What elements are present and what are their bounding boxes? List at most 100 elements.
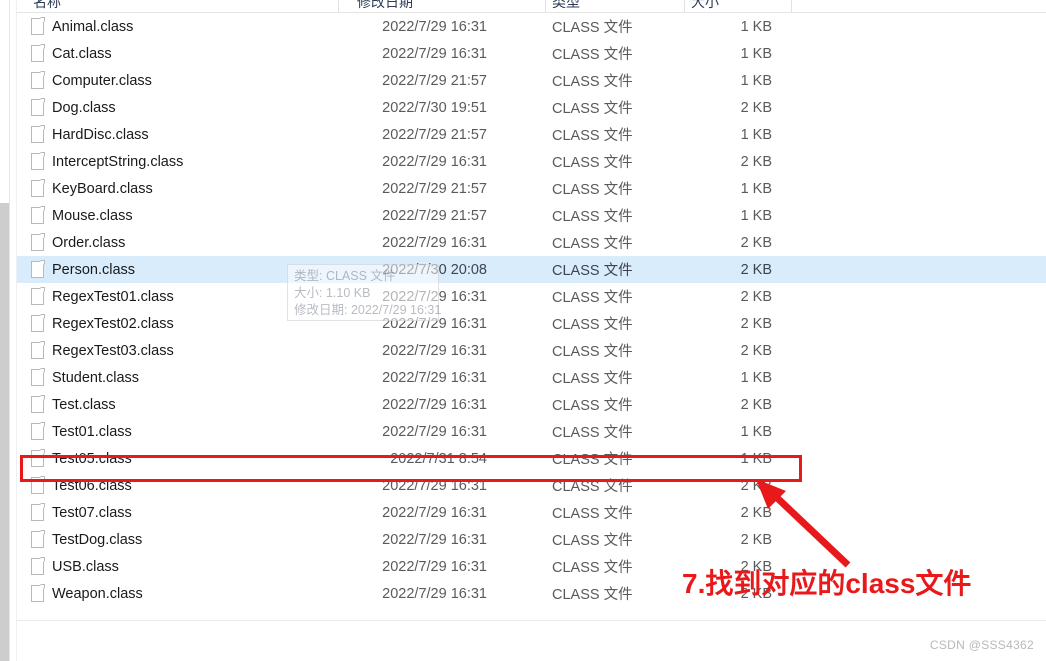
file-name-cell[interactable]: RegexTest03.class (31, 341, 174, 359)
column-divider-3[interactable] (684, 0, 685, 12)
table-row[interactable]: RegexTest02.class 2022/7/29 16:31 CLASS 文件… (17, 310, 1046, 337)
column-divider-1[interactable] (338, 0, 339, 12)
file-size-cell: 1 KB (740, 423, 772, 440)
table-row[interactable]: Mouse.class 2022/7/29 21:57 CLASS 文件 1 KB (17, 202, 1046, 229)
file-name-cell[interactable]: RegexTest01.class (31, 287, 174, 305)
file-name-label: RegexTest03.class (52, 342, 174, 359)
file-name-label: Computer.class (52, 72, 152, 89)
annotation-label: 7.找到对应的class文件 (682, 568, 972, 599)
file-type-cell: CLASS 文件 (552, 425, 633, 441)
file-name-label: Cat.class (52, 45, 112, 62)
file-date-cell: 2022/7/29 21:57 (382, 126, 487, 143)
file-date-cell: 2022/7/29 21:57 (382, 180, 487, 197)
file-list[interactable]: Animal.class 2022/7/29 16:31 CLASS 文件 1 KB C… (17, 13, 1046, 620)
file-type-cell: CLASS 文件 (552, 533, 633, 549)
file-name-label: RegexTest02.class (52, 315, 174, 332)
file-size-cell: 1 KB (740, 369, 772, 386)
table-row[interactable]: Computer.class 2022/7/29 21:57 CLASS 文件 1 K… (17, 67, 1046, 94)
file-date-cell: 2022/7/29 16:31 (382, 342, 487, 359)
file-name-cell[interactable]: TestDog.class (31, 530, 143, 548)
file-date-cell: 2022/7/29 16:31 (382, 423, 487, 440)
file-type-cell: CLASS 文件 (552, 479, 633, 495)
file-name-cell[interactable]: InterceptString.class (31, 152, 184, 170)
file-name-label: Test06.class (52, 477, 132, 494)
table-row[interactable]: Order.class 2022/7/29 16:31 CLASS 文件 2 KB (17, 229, 1046, 256)
file-date-cell: 2022/7/29 16:31 (382, 18, 487, 35)
table-row[interactable]: Test01.class 2022/7/29 16:31 CLASS 文件 1 KB (17, 418, 1046, 445)
file-name-cell[interactable]: Animal.class (31, 17, 133, 35)
file-date-cell: 2022/7/29 16:31 (382, 477, 487, 494)
table-row[interactable]: TestDog.class 2022/7/29 16:31 CLASS 文件 2 KB (17, 526, 1046, 553)
table-row[interactable]: Test05.class 2022/7/31 8:54 CLASS 文件 1 KB (17, 445, 1046, 472)
file-name-cell[interactable]: Student.class (31, 368, 139, 386)
file-date-cell: 2022/7/30 20:08 (382, 261, 487, 278)
nav-pane-scrollbar-thumb[interactable] (0, 203, 9, 661)
file-type-cell: CLASS 文件 (552, 263, 633, 279)
file-name-cell[interactable]: RegexTest02.class (31, 314, 174, 332)
file-name-cell[interactable]: Computer.class (31, 71, 152, 89)
file-type-cell: CLASS 文件 (552, 560, 633, 576)
file-icon (31, 287, 45, 305)
table-row[interactable]: Student.class 2022/7/29 16:31 CLASS 文件 1 KB (17, 364, 1046, 391)
file-icon (31, 125, 45, 143)
file-name-label: Order.class (52, 234, 126, 251)
table-row[interactable]: RegexTest01.class 2022/7/29 16:31 CLASS 文件… (17, 283, 1046, 310)
table-row[interactable]: KeyBoard.class 2022/7/29 21:57 CLASS 文件 1 K… (17, 175, 1046, 202)
column-header-name[interactable]: 名称 (33, 0, 61, 12)
file-name-cell[interactable]: Test06.class (31, 476, 132, 494)
file-icon (31, 557, 45, 575)
file-name-cell[interactable]: Person.class (31, 260, 136, 278)
file-type-cell: CLASS 文件 (552, 101, 633, 117)
file-icon (31, 179, 45, 197)
file-name-cell[interactable]: Test05.class (31, 449, 132, 467)
table-row[interactable]: Person.class 2022/7/30 20:08 CLASS 文件 2 KB (17, 256, 1046, 283)
file-type-cell: CLASS 文件 (552, 74, 633, 90)
file-name-cell[interactable]: KeyBoard.class (31, 179, 153, 197)
nav-pane-gutter (0, 0, 9, 661)
file-type-cell: CLASS 文件 (552, 371, 633, 387)
file-name-cell[interactable]: Test.class (31, 395, 116, 413)
file-icon (31, 44, 45, 62)
column-divider-4[interactable] (791, 0, 792, 12)
file-name-label: Test05.class (52, 450, 132, 467)
file-icon (31, 584, 45, 602)
table-row[interactable]: InterceptString.class 2022/7/29 16:31 CLAS… (17, 148, 1046, 175)
file-name-label: Mouse.class (52, 207, 133, 224)
pane-splitter[interactable] (9, 0, 10, 661)
file-name-label: Person.class (52, 261, 136, 278)
file-name-label: HardDisc.class (52, 126, 149, 143)
file-date-cell: 2022/7/29 16:31 (382, 585, 487, 602)
table-row[interactable]: Dog.class 2022/7/30 19:51 CLASS 文件 2 KB (17, 94, 1046, 121)
file-size-cell: 2 KB (740, 99, 772, 116)
table-row[interactable]: Animal.class 2022/7/29 16:31 CLASS 文件 1 KB (17, 13, 1046, 40)
file-date-cell: 2022/7/29 16:31 (382, 288, 487, 305)
file-type-cell: CLASS 文件 (552, 155, 633, 171)
file-name-cell[interactable]: Order.class (31, 233, 126, 251)
file-size-cell: 2 KB (740, 396, 772, 413)
file-name-cell[interactable]: Dog.class (31, 98, 116, 116)
file-name-cell[interactable]: Weapon.class (31, 584, 143, 602)
table-row[interactable]: Test06.class 2022/7/29 16:31 CLASS 文件 2 KB (17, 472, 1046, 499)
column-header-row: 名称 修改日期 类型 大小 (17, 0, 1046, 13)
file-name-cell[interactable]: Test01.class (31, 422, 132, 440)
table-row[interactable]: Cat.class 2022/7/29 16:31 CLASS 文件 1 KB (17, 40, 1046, 67)
table-row[interactable]: RegexTest03.class 2022/7/29 16:31 CLASS 文件… (17, 337, 1046, 364)
file-name-label: KeyBoard.class (52, 180, 153, 197)
file-name-cell[interactable]: HardDisc.class (31, 125, 149, 143)
file-name-cell[interactable]: Test07.class (31, 503, 132, 521)
column-header-size[interactable]: 大小 (691, 0, 719, 12)
column-divider-2[interactable] (545, 0, 546, 12)
file-name-label: TestDog.class (52, 531, 143, 548)
file-name-cell[interactable]: USB.class (31, 557, 119, 575)
table-row[interactable]: Test07.class 2022/7/29 16:31 CLASS 文件 2 KB (17, 499, 1046, 526)
table-row[interactable]: Test.class 2022/7/29 16:31 CLASS 文件 2 KB (17, 391, 1046, 418)
file-type-cell: CLASS 文件 (552, 344, 633, 360)
column-header-date[interactable]: 修改日期 (357, 0, 413, 12)
file-name-cell[interactable]: Mouse.class (31, 206, 133, 224)
table-row[interactable]: HardDisc.class 2022/7/29 21:57 CLASS 文件 1 K… (17, 121, 1046, 148)
column-header-type[interactable]: 类型 (552, 0, 580, 12)
file-name-label: InterceptString.class (52, 153, 184, 170)
file-name-cell[interactable]: Cat.class (31, 44, 112, 62)
file-name-label: RegexTest01.class (52, 288, 174, 305)
file-icon (31, 17, 45, 35)
